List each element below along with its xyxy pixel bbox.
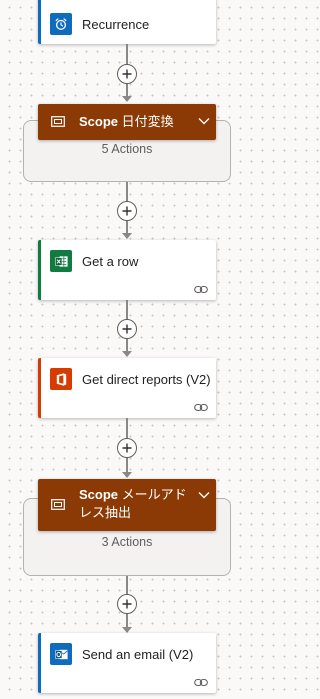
scope-name-line1: メールアド <box>121 487 187 502</box>
scope-icon <box>51 499 65 510</box>
insert-step-button[interactable] <box>117 201 137 221</box>
get-direct-reports-card[interactable]: Get direct reports (V2) <box>38 358 216 418</box>
link-icon <box>194 403 208 412</box>
insert-step-button[interactable] <box>117 438 137 458</box>
insert-step-button[interactable] <box>117 64 137 84</box>
link-icon <box>194 678 208 687</box>
scope-name: 日付変換 <box>121 114 174 129</box>
alarm-clock-icon <box>50 13 72 35</box>
arrow-down-icon <box>122 233 132 239</box>
link-icon <box>194 285 208 294</box>
plus-icon <box>122 324 132 334</box>
scope-name-line2: レス抽出 <box>79 505 132 520</box>
plus-icon <box>122 206 132 216</box>
scope-action-count-1: 5 Actions <box>101 142 153 156</box>
chevron-down-icon[interactable] <box>198 491 210 499</box>
get-direct-reports-title: Get direct reports (V2) <box>82 371 211 387</box>
scope-header-2[interactable]: Scope メールアド レス抽出 <box>38 479 216 531</box>
card-accent <box>38 0 41 44</box>
chevron-down-icon[interactable] <box>198 117 210 125</box>
card-accent <box>38 358 41 418</box>
plus-icon <box>122 69 132 79</box>
plus-icon <box>122 443 132 453</box>
recurrence-card[interactable]: Recurrence <box>38 0 216 44</box>
scope-action-count-2: 3 Actions <box>101 535 153 549</box>
arrow-down-icon <box>122 351 132 357</box>
excel-icon <box>50 250 72 272</box>
scope-icon <box>51 116 65 127</box>
scope-label: Scope <box>79 114 119 129</box>
card-accent <box>38 240 41 300</box>
arrow-down-icon <box>122 96 132 102</box>
outlook-icon <box>50 643 72 665</box>
scope-title-2: Scope メールアド レス抽出 <box>79 486 199 522</box>
insert-step-button[interactable] <box>117 594 137 614</box>
scope-title-1: Scope 日付変換 <box>79 113 174 131</box>
get-a-row-card[interactable]: Get a row <box>38 240 216 300</box>
send-email-card[interactable]: Send an email (V2) <box>38 633 216 693</box>
office-icon <box>50 368 72 390</box>
send-email-title: Send an email (V2) <box>82 646 194 662</box>
recurrence-title: Recurrence <box>82 16 150 32</box>
scope-label: Scope <box>79 487 119 502</box>
scope-header-1[interactable]: Scope 日付変換 <box>38 104 216 140</box>
card-accent <box>38 633 41 693</box>
plus-icon <box>122 599 132 609</box>
arrow-down-icon <box>122 472 132 478</box>
insert-step-button[interactable] <box>117 319 137 339</box>
get-a-row-title: Get a row <box>82 253 139 269</box>
